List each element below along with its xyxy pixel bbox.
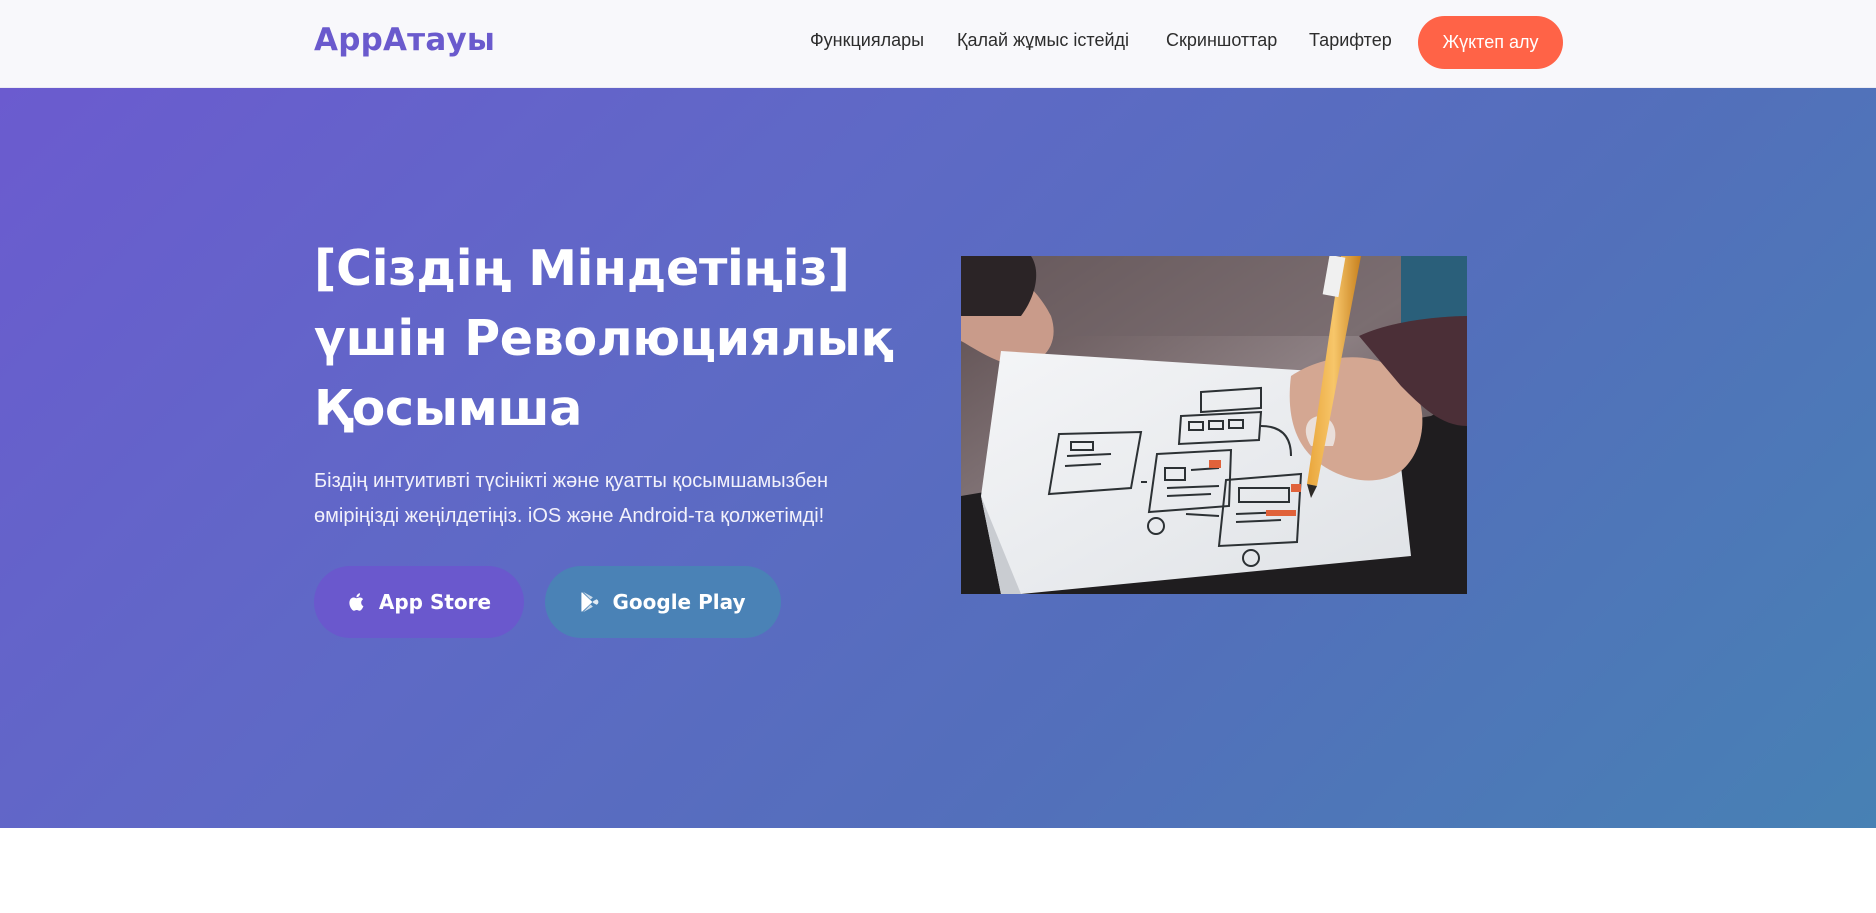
nav-links: Функциялары Қалай жұмыс істейді Скриншот… [0,30,1876,56]
app-store-button[interactable]: App Store [314,566,524,638]
hero-illustration-image [961,256,1467,594]
google-play-button[interactable]: Google Play [545,566,781,638]
nav-link-features[interactable]: Функциялары [810,30,924,51]
app-store-label: App Store [378,590,492,614]
download-button[interactable]: Жүктеп алу [1418,16,1563,69]
apple-icon [347,591,367,613]
nav-link-screenshots[interactable]: Скриншоттар [1166,30,1277,51]
next-section-top [0,828,1876,913]
hero-title: [Сіздің Міндетіңіз] үшін Революциялық Қо… [314,240,894,437]
hero-description: Біздің интуитивті түсінікті және қуатты … [314,470,829,527]
hero-section: [Сіздің Міндетіңіз] үшін Революциялық Қо… [0,88,1876,828]
nav-link-how-it-works[interactable]: Қалай жұмыс істейді [957,30,1129,51]
top-navbar: AppАтауы Функциялары Қалай жұмыс істейді… [0,0,1876,88]
nav-link-pricing[interactable]: Тарифтер [1309,30,1392,51]
google-play-label: Google Play [612,590,746,614]
google-play-icon [580,591,600,613]
